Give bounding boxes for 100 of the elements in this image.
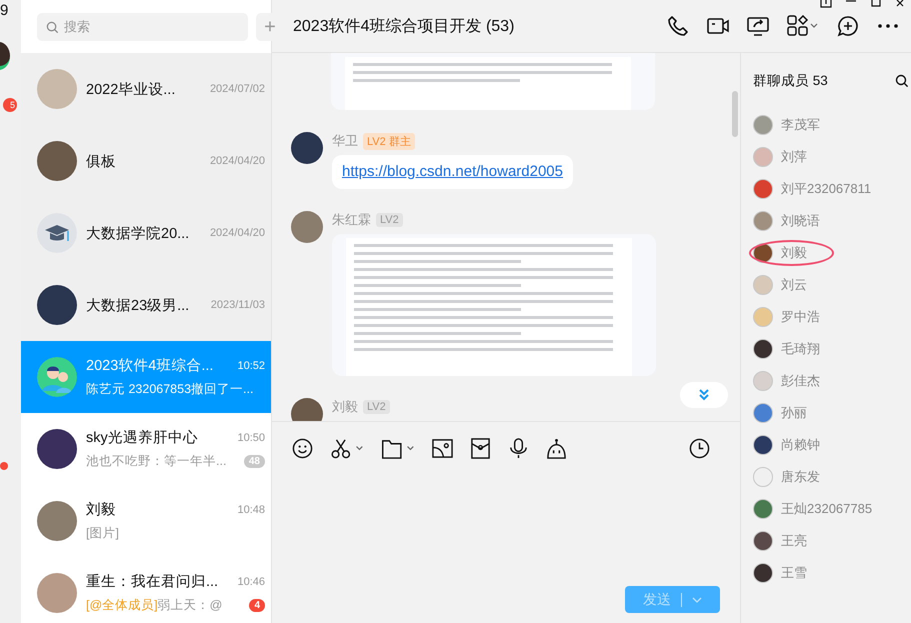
- member-item[interactable]: 孙丽: [753, 397, 911, 429]
- photo-placeholder: [37, 429, 77, 469]
- member-name: 王灿232067785: [781, 500, 872, 518]
- phone-icon[interactable]: [667, 15, 689, 37]
- graduation-cap-avatar-icon: [37, 213, 77, 253]
- member-item[interactable]: 彭佳杰: [753, 365, 911, 397]
- photo-placeholder: [37, 285, 77, 325]
- screen-share-icon[interactable]: [747, 15, 769, 37]
- photo-placeholder: [753, 147, 773, 167]
- member-list-title: 群聊成员 53: [753, 72, 828, 90]
- microphone-icon[interactable]: [508, 438, 529, 458]
- group-avatar-icon: [37, 357, 77, 397]
- member-name: 王亮: [781, 532, 807, 550]
- member-name: 刘晓语: [781, 212, 820, 230]
- conversation-item[interactable]: 2023软件4班综合... 10:52 陈艺元 232067853撤回了一...: [21, 341, 271, 413]
- photo-placeholder: [753, 307, 773, 327]
- conversation-time: 2023/11/03: [210, 299, 265, 311]
- member-name: 彭佳杰: [781, 372, 820, 390]
- envelope-icon[interactable]: [470, 438, 491, 458]
- sender-name: 朱红霖: [332, 211, 371, 229]
- member-name: 王雪: [781, 564, 807, 582]
- photo-placeholder: [753, 403, 773, 423]
- conversation-name: sky光遇养肝中心: [86, 428, 198, 447]
- conversation-time: 10:50: [237, 432, 265, 444]
- member-name: 刘毅: [781, 244, 807, 262]
- maximize-icon[interactable]: [870, 0, 882, 8]
- conversation-name: 2022毕业设...: [86, 80, 176, 98]
- member-level-badge: LV2 群主: [363, 132, 415, 150]
- member-name: 刘云: [781, 276, 807, 294]
- photo-placeholder: [37, 141, 77, 181]
- search-icon[interactable]: [895, 74, 909, 88]
- photo-placeholder: [753, 563, 773, 583]
- member-item[interactable]: 刘晓语: [753, 205, 911, 237]
- member-item[interactable]: 李茂军: [753, 109, 911, 141]
- conversation-time: 2024/04/20: [210, 155, 265, 167]
- unread-badge: 5: [3, 98, 17, 112]
- conversation-time: 10:48: [237, 504, 265, 516]
- search-field[interactable]: 搜索: [37, 12, 248, 40]
- emoji-icon[interactable]: [292, 438, 313, 458]
- message-preview: 陈艺元 232067853撤回了一...: [86, 381, 254, 398]
- message-link[interactable]: https://blog.csdn.net/howard2005: [342, 163, 563, 180]
- member-level-badge: LV2: [376, 213, 403, 227]
- member-item[interactable]: 王亮: [753, 525, 911, 557]
- video-camera-icon[interactable]: [707, 16, 729, 36]
- conversation-time: 2024/04/20: [210, 227, 265, 239]
- member-item[interactable]: 尚赖钟: [753, 429, 911, 461]
- conversation-time: 10:52: [237, 360, 265, 372]
- search-icon: [46, 20, 59, 34]
- pin-icon[interactable]: [820, 0, 832, 8]
- photo-placeholder: [753, 339, 773, 359]
- member-item[interactable]: 毛琦翔: [753, 333, 911, 365]
- scissors-icon[interactable]: [330, 438, 364, 458]
- photo-placeholder: [37, 69, 77, 109]
- member-item[interactable]: 刘毅: [753, 237, 911, 269]
- member-name: 尚赖钟: [781, 436, 820, 454]
- member-item[interactable]: 罗中浩: [753, 301, 911, 333]
- photo-placeholder: [753, 275, 773, 295]
- photo-placeholder: [37, 501, 77, 541]
- conversation-item[interactable]: 2022毕业设... 2024/07/02: [21, 53, 271, 125]
- scrollbar[interactable]: [732, 91, 738, 137]
- conversation-item[interactable]: 大数据23级男... 2023/11/03: [21, 269, 271, 341]
- history-clock-icon[interactable]: [689, 438, 710, 458]
- photo-placeholder: [37, 573, 77, 613]
- member-name: 唐东发: [781, 468, 820, 486]
- member-name: 刘平232067811: [781, 180, 872, 198]
- photo-placeholder: [753, 211, 773, 231]
- photo-placeholder: [753, 115, 773, 135]
- conversation-time: 10:46: [237, 576, 265, 588]
- member-item[interactable]: 唐东发: [753, 461, 911, 493]
- more-icon[interactable]: [877, 23, 899, 29]
- member-name: 毛琦翔: [781, 340, 820, 358]
- robot-icon[interactable]: [546, 438, 567, 458]
- unread-count: 4: [249, 599, 265, 612]
- member-item[interactable]: 刘平232067811: [753, 173, 911, 205]
- member-name: 罗中浩: [781, 308, 820, 326]
- double-chevron-down-icon: [697, 388, 711, 402]
- add-chat-icon[interactable]: [837, 15, 859, 37]
- photo-placeholder: [291, 132, 323, 164]
- photo-placeholder: [753, 531, 773, 551]
- member-item[interactable]: 王雪: [753, 557, 911, 589]
- member-item[interactable]: 刘云: [753, 269, 911, 301]
- photo-placeholder: [753, 499, 773, 519]
- photo-placeholder: [753, 179, 773, 199]
- scroll-down-button[interactable]: [680, 382, 728, 408]
- conversation-name: 重生：我在君问归...: [86, 573, 218, 591]
- conversation-name: 大数据学院20...: [86, 224, 190, 242]
- image-icon[interactable]: [432, 438, 453, 458]
- member-item[interactable]: 王灿232067785: [753, 493, 911, 525]
- apps-icon[interactable]: [787, 15, 819, 37]
- photo-placeholder: [753, 467, 773, 487]
- member-name: 孙丽: [781, 404, 807, 422]
- chat-title: 2023软件4班综合项目开发 (53): [293, 16, 516, 36]
- conversation-name: 大数据23级男...: [86, 296, 190, 314]
- member-item[interactable]: 刘萍: [753, 141, 911, 173]
- message-preview: [图片]: [86, 525, 119, 542]
- conversation-item[interactable]: 大数据学院20... 2024/04/20: [21, 197, 271, 269]
- folder-icon[interactable]: [381, 438, 415, 458]
- conversation-name: 刘毅: [86, 500, 116, 519]
- conversation-name: 俱板: [86, 152, 116, 170]
- conversation-item[interactable]: 俱板 2024/04/20: [21, 125, 271, 197]
